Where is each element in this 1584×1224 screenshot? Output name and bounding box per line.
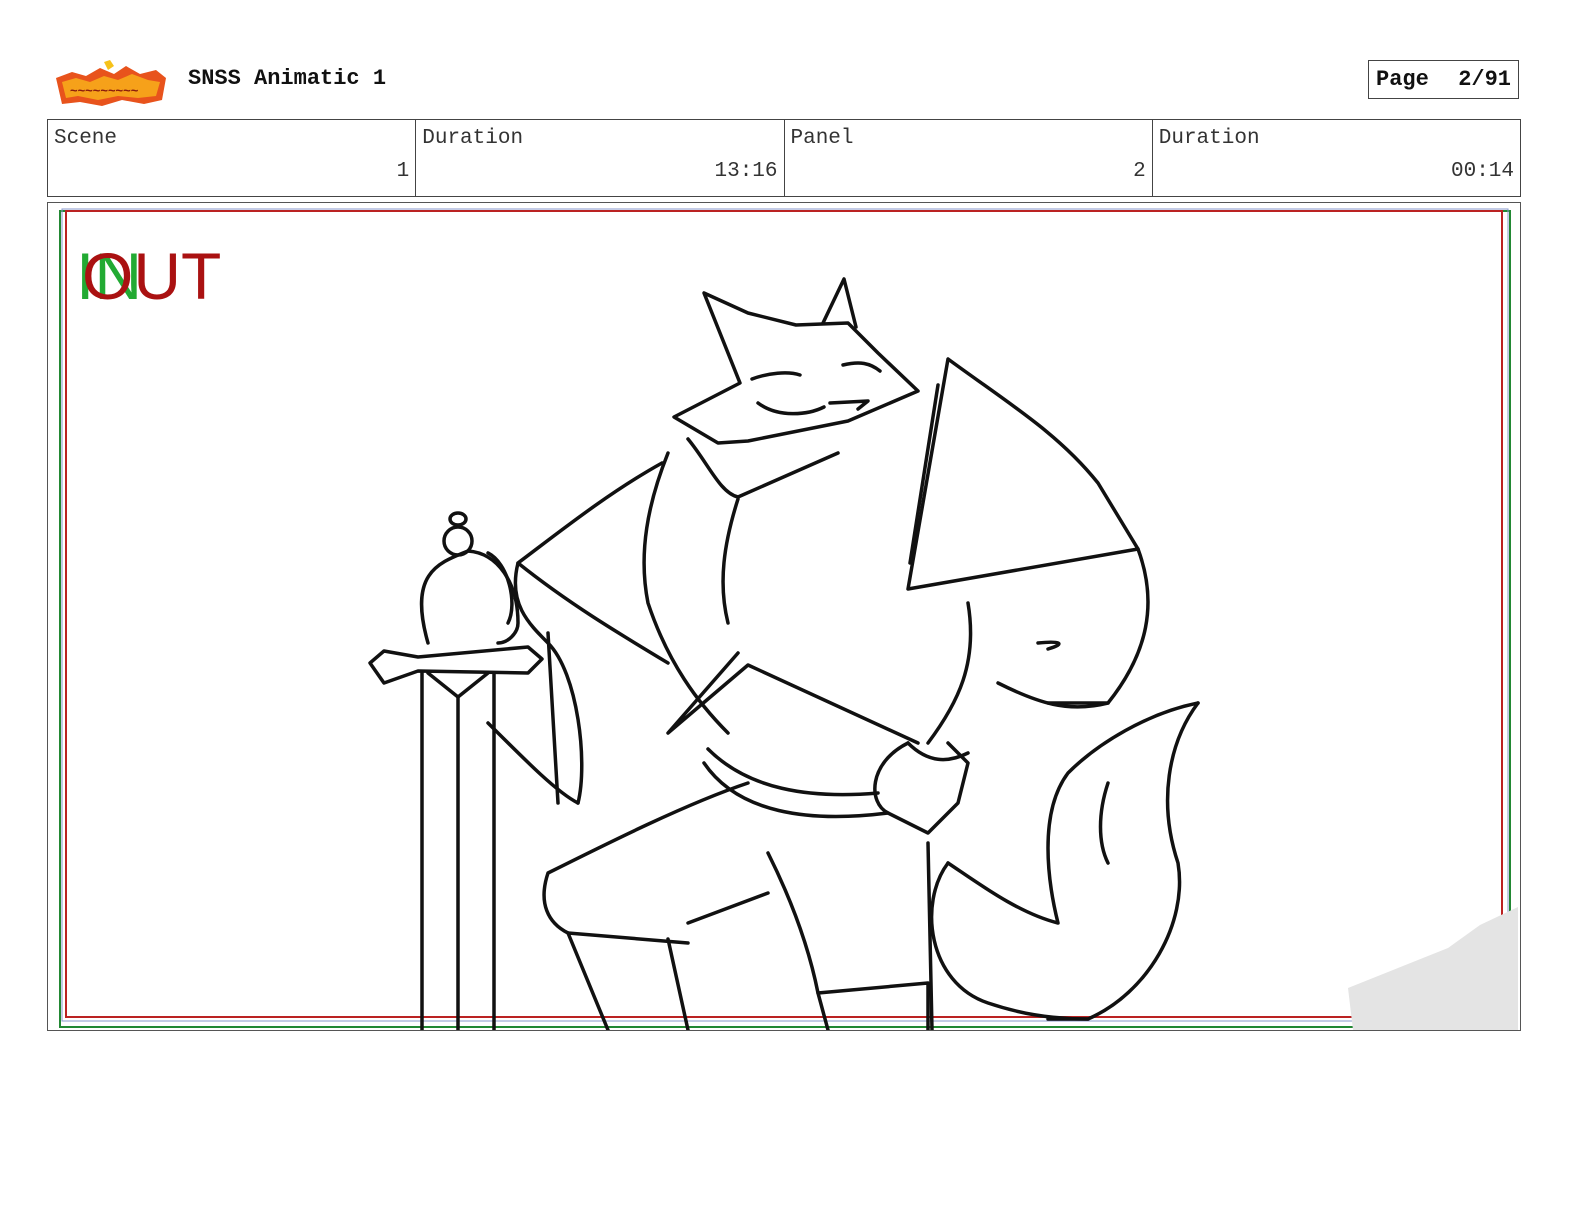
project-title: SNSS Animatic 1 <box>188 66 387 91</box>
panel-value: 2 <box>1133 160 1146 183</box>
smudge-shape <box>1348 907 1518 1030</box>
scene-duration-label: Duration <box>422 127 524 150</box>
storyboard-panel: IN OUT <box>47 202 1521 1031</box>
panel-info-table: Scene 1 Duration 13:16 Panel 2 Duration … <box>47 119 1521 197</box>
scene-duration-cell: Duration 13:16 <box>416 120 785 196</box>
page-number: 2/91 <box>1458 67 1511 92</box>
out-marker: OUT <box>82 239 221 313</box>
scene-label: Scene <box>54 127 118 150</box>
panel-drawing: IN OUT <box>59 208 1518 1030</box>
frame-green-border <box>59 210 1511 1028</box>
frame-blue-border <box>61 208 1509 1022</box>
show-logo-icon: ~~~~~~~~~ <box>52 60 170 108</box>
panel-duration-label: Duration <box>1158 127 1260 150</box>
scene-cell: Scene 1 <box>48 120 417 196</box>
scene-value: 1 <box>396 160 410 183</box>
page-indicator: Page 2/91 <box>1368 60 1519 99</box>
panel-cell: Panel 2 <box>785 120 1153 196</box>
frame-red-border <box>65 210 1503 1018</box>
panel-duration-value: 00:14 <box>1450 160 1514 183</box>
page-header: ~~~~~~~~~ SNSS Animatic 1 Page 2/91 <box>0 0 1584 115</box>
fox-knight-sketch <box>368 277 1200 1030</box>
panel-label: Panel <box>790 127 854 150</box>
svg-text:~~~~~~~~~: ~~~~~~~~~ <box>70 83 139 98</box>
scene-duration-value: 13:16 <box>714 160 778 183</box>
page-label: Page <box>1376 67 1429 92</box>
panel-duration-cell: Duration 00:14 <box>1153 120 1520 196</box>
